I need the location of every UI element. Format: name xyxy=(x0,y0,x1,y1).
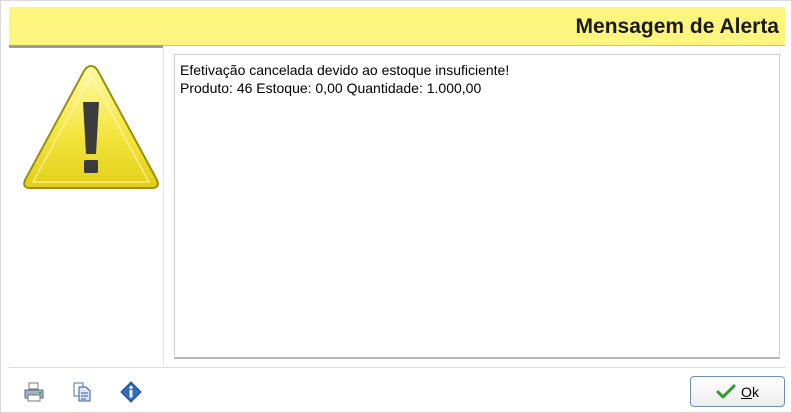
ok-button[interactable]: Ok xyxy=(690,376,785,407)
ok-mnemonic: O xyxy=(741,383,752,400)
message-line-2: Produto: 46 Estoque: 0,00 Quantidade: 1.… xyxy=(180,80,482,96)
print-icon[interactable] xyxy=(23,381,45,403)
message-area: Efetivação cancelada devido ao estoque i… xyxy=(174,54,780,359)
bottom-bar: Ok xyxy=(9,367,785,409)
info-icon[interactable] xyxy=(120,381,142,403)
checkmark-icon xyxy=(716,384,736,398)
icon-panel xyxy=(9,48,164,366)
dialog-title: Mensagem de Alerta xyxy=(575,15,779,38)
warning-icon xyxy=(23,64,159,189)
alert-dialog: Mensagem de Alerta Efetivação cancelada … xyxy=(0,0,792,413)
copy-icon[interactable] xyxy=(71,381,93,403)
ok-label-rest: k xyxy=(751,383,759,400)
ok-button-label: Ok xyxy=(741,384,759,400)
message-line-1: Efetivação cancelada devido ao estoque i… xyxy=(180,62,510,78)
title-bar: Mensagem de Alerta xyxy=(9,7,785,46)
